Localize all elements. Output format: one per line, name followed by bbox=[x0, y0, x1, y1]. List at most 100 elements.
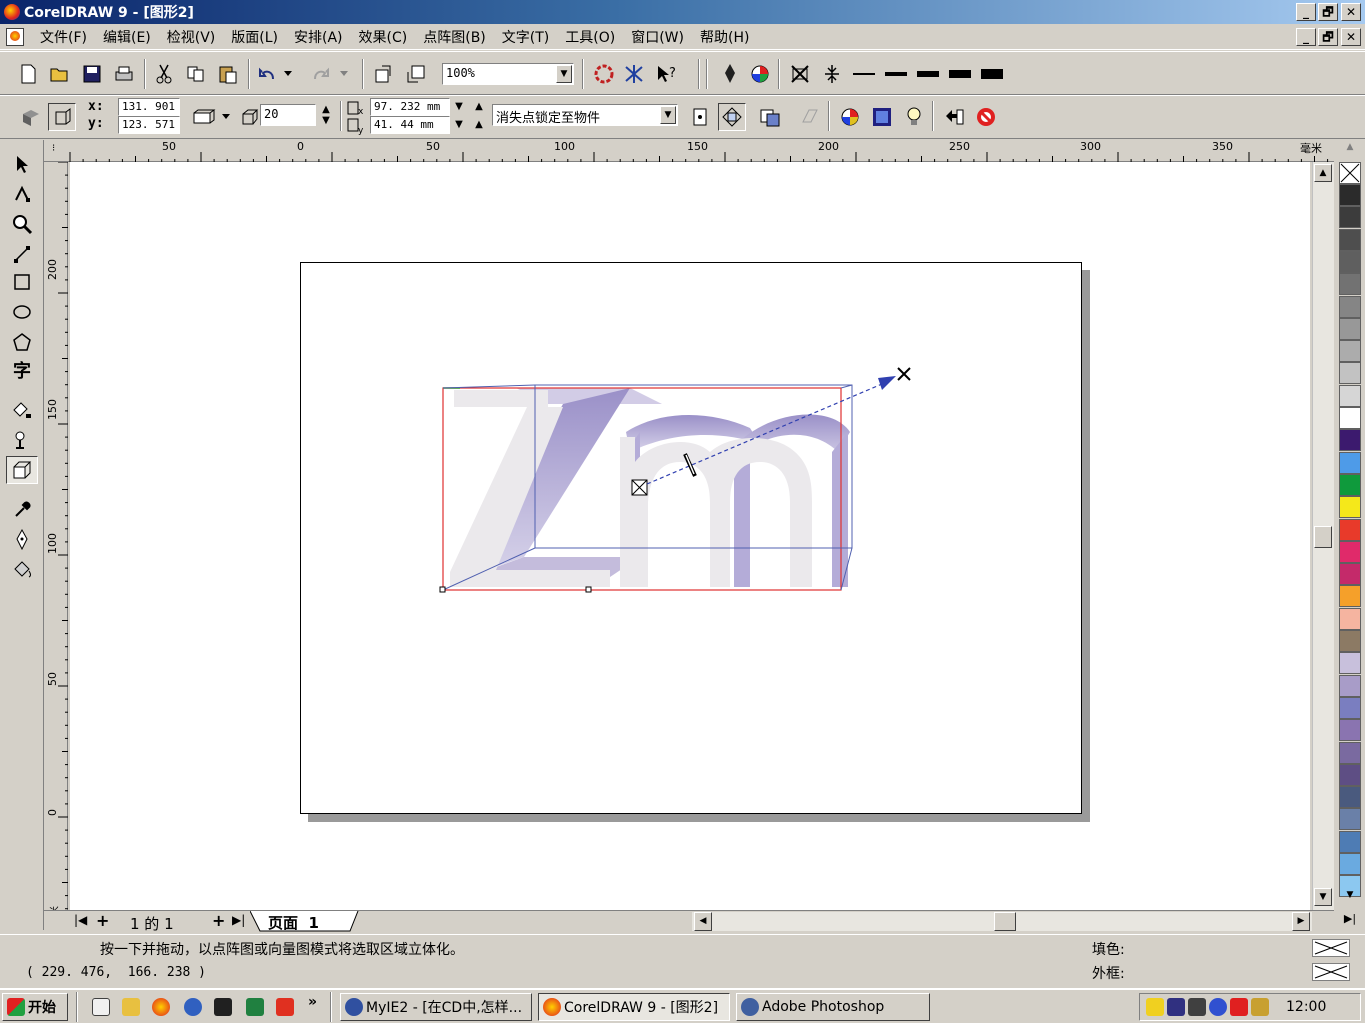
color-swatch[interactable] bbox=[1339, 206, 1361, 229]
taskbar-myie2-button[interactable]: MyIE2 - [在CD中,怎样... bbox=[340, 993, 532, 1021]
color-swatch[interactable] bbox=[1339, 741, 1361, 764]
vanishing-down-spinner[interactable]: ▼ ▼ bbox=[452, 98, 466, 134]
open-folder-icon[interactable] bbox=[46, 60, 74, 88]
extrude-type-icon[interactable] bbox=[48, 103, 76, 131]
fill-none-swatch[interactable] bbox=[1312, 939, 1350, 957]
color-swatch[interactable] bbox=[1339, 473, 1361, 496]
outline-extra-heavy-icon[interactable] bbox=[978, 60, 1006, 88]
close-button[interactable]: ✕ bbox=[1341, 3, 1361, 21]
menu-edit[interactable]: 编辑(E) bbox=[95, 27, 159, 47]
color-swatch[interactable] bbox=[1339, 674, 1361, 697]
pen-nib-icon[interactable] bbox=[716, 60, 744, 88]
color-swatch[interactable] bbox=[1339, 540, 1361, 563]
tray-app-icon[interactable] bbox=[1167, 998, 1185, 1016]
zoom-tool-icon[interactable] bbox=[6, 210, 38, 238]
menu-text[interactable]: 文字(T) bbox=[494, 27, 557, 47]
extrusion-type-dropdown-icon[interactable] bbox=[218, 103, 234, 131]
y-position-field[interactable]: 123. 571 bbox=[118, 116, 180, 134]
cut-icon[interactable] bbox=[150, 60, 178, 88]
extrusion-type-icon[interactable] bbox=[190, 103, 218, 131]
color-wheel-icon[interactable] bbox=[746, 60, 774, 88]
application-launcher-icon[interactable] bbox=[590, 60, 618, 88]
vanishing-up-spinner[interactable]: ▲ ▲ bbox=[472, 98, 486, 134]
taskbar-coreldraw-button[interactable]: CorelDRAW 9 - [图形2] bbox=[538, 993, 730, 1021]
color-swatch[interactable] bbox=[1339, 786, 1361, 809]
outline-medium-icon[interactable] bbox=[882, 60, 910, 88]
color-swatch[interactable] bbox=[1339, 451, 1361, 474]
ellipse-tool-icon[interactable] bbox=[6, 298, 38, 326]
volume-icon[interactable] bbox=[1146, 998, 1164, 1016]
quicklaunch-acrobat-icon[interactable] bbox=[276, 998, 294, 1016]
palette-scroll-up-button[interactable]: ▲ bbox=[1341, 142, 1359, 158]
quicklaunch-notepad-icon[interactable] bbox=[92, 998, 110, 1016]
x-position-field[interactable]: 131. 901 bbox=[118, 98, 180, 116]
scroll-up-button[interactable]: ▲ bbox=[1314, 164, 1332, 182]
color-swatch[interactable] bbox=[1339, 830, 1361, 853]
vanishing-x-field[interactable]: 97. 232 mm bbox=[370, 98, 450, 116]
color-swatch[interactable] bbox=[1339, 607, 1361, 630]
color-swatch[interactable] bbox=[1339, 429, 1361, 452]
tray-antivirus-icon[interactable] bbox=[1230, 998, 1248, 1016]
last-page-button[interactable]: ▶| bbox=[232, 913, 245, 927]
copy-icon[interactable] bbox=[182, 60, 210, 88]
redo-icon[interactable] bbox=[306, 60, 334, 88]
palette-expand-button[interactable]: ▶| bbox=[1341, 912, 1359, 928]
shape-tool-icon[interactable] bbox=[6, 180, 38, 208]
export-icon[interactable] bbox=[402, 60, 430, 88]
page-tab[interactable]: 页面 1 bbox=[268, 912, 319, 933]
add-page-before-button[interactable]: + bbox=[96, 911, 109, 930]
color-swatch[interactable] bbox=[1339, 407, 1361, 429]
vertical-scroll-thumb[interactable] bbox=[1314, 526, 1332, 548]
outline-thin-icon[interactable] bbox=[850, 60, 878, 88]
undo-icon[interactable] bbox=[254, 60, 282, 88]
extrude-preset-icon[interactable] bbox=[16, 103, 44, 131]
vanishing-y-field[interactable]: 41. 44 mm bbox=[370, 116, 450, 134]
menu-tools[interactable]: 工具(O) bbox=[557, 27, 623, 47]
quicklaunch-more[interactable]: » bbox=[308, 994, 317, 1010]
pick-tool-icon[interactable] bbox=[6, 150, 38, 178]
taskbar-photoshop-button[interactable]: Adobe Photoshop bbox=[736, 993, 930, 1021]
restore-button[interactable]: 🗗 bbox=[1318, 3, 1338, 21]
zoom-level-combo[interactable]: 100% bbox=[442, 63, 574, 85]
whats-this-help-icon[interactable]: ? bbox=[652, 60, 680, 88]
color-swatch[interactable] bbox=[1339, 763, 1361, 786]
extrude-frame-icon[interactable] bbox=[868, 103, 896, 131]
freehand-tool-icon[interactable] bbox=[6, 240, 38, 268]
menu-help[interactable]: 帮助(H) bbox=[692, 27, 757, 47]
interactive-transparency-tool-icon[interactable] bbox=[6, 426, 38, 454]
interactive-extrude-tool-icon[interactable] bbox=[6, 456, 38, 484]
add-page-after-button[interactable]: + bbox=[212, 911, 225, 930]
horizontal-scroll-thumb[interactable] bbox=[994, 912, 1016, 931]
clear-extrude-icon[interactable] bbox=[972, 103, 1000, 131]
quicklaunch-photo-icon[interactable] bbox=[214, 998, 232, 1016]
color-swatch[interactable] bbox=[1339, 295, 1361, 318]
color-swatch[interactable] bbox=[1339, 630, 1361, 652]
undo-dropdown-icon[interactable] bbox=[280, 60, 296, 88]
zoom-dropdown-icon[interactable]: ▼ bbox=[556, 65, 572, 83]
color-swatch[interactable] bbox=[1339, 585, 1361, 608]
color-swatch[interactable] bbox=[1339, 518, 1361, 541]
vertical-scrollbar[interactable]: ▲ ▼ bbox=[1312, 162, 1334, 910]
extrude-bevel-icon[interactable] bbox=[796, 103, 824, 131]
quicklaunch-pencil-icon[interactable] bbox=[122, 998, 140, 1016]
color-swatch[interactable] bbox=[1339, 362, 1361, 385]
color-swatch[interactable] bbox=[1339, 317, 1361, 340]
menu-effects[interactable]: 效果(C) bbox=[351, 27, 416, 47]
hairline-outline-icon[interactable] bbox=[818, 60, 846, 88]
extrude-color-icon[interactable] bbox=[756, 103, 784, 131]
tray-monitor-icon[interactable] bbox=[1188, 998, 1206, 1016]
paste-icon[interactable] bbox=[214, 60, 242, 88]
vanishing-point-dropdown-icon[interactable]: ▼ bbox=[660, 106, 676, 124]
scroll-down-button[interactable]: ▼ bbox=[1314, 888, 1332, 906]
new-file-icon[interactable] bbox=[14, 60, 42, 88]
outline-thick-icon[interactable] bbox=[914, 60, 942, 88]
document-icon[interactable] bbox=[6, 27, 24, 46]
start-button[interactable]: 开始 bbox=[2, 993, 68, 1021]
extrude-artwork[interactable] bbox=[70, 162, 1310, 910]
palette-scroll-down-button[interactable]: ▼ bbox=[1341, 890, 1359, 906]
corel-online-icon[interactable] bbox=[620, 60, 648, 88]
outline-pen-tool-icon[interactable] bbox=[6, 526, 38, 554]
copy-extrude-properties-icon[interactable] bbox=[940, 103, 968, 131]
menu-file[interactable]: 文件(F) bbox=[32, 27, 95, 47]
no-color-swatch[interactable] bbox=[1339, 162, 1361, 184]
